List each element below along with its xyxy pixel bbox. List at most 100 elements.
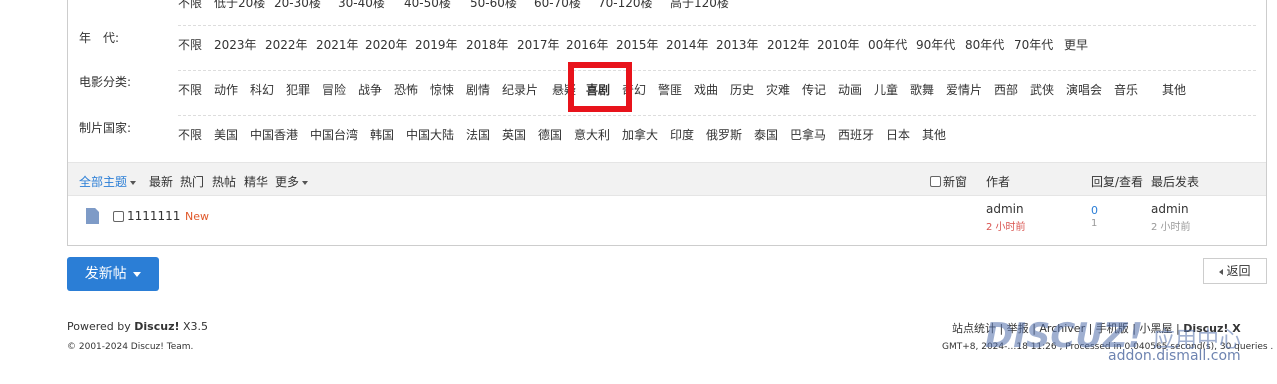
tab-hot-posts[interactable]: 热帖 (212, 173, 236, 190)
filter-option-country[interactable]: 不限 (178, 126, 202, 143)
filter-option-era[interactable]: 90年代 (916, 36, 955, 53)
author-column-header: 作者 (986, 175, 1011, 189)
filter-option-era[interactable]: 2010年 (817, 36, 860, 53)
filter-option-era[interactable]: 2022年 (265, 36, 308, 53)
filter-option-era[interactable]: 2012年 (767, 36, 810, 53)
filter-row-era: 年 代: 不限 2023年 2022年 2021年 2020年 2019年 2018年 201… (68, 25, 1266, 71)
filter-option-genre[interactable]: 历史 (730, 81, 754, 98)
filter-option[interactable]: 低于20楼 (214, 0, 265, 11)
tab-more-label: 更多 (275, 175, 300, 189)
filter-option-genre[interactable]: 冒险 (322, 81, 346, 98)
filter-option-era[interactable]: 2018年 (466, 36, 509, 53)
filter-option-era[interactable]: 2015年 (616, 36, 659, 53)
new-window-toggle[interactable]: 新窗 (930, 173, 967, 190)
filter-option-genre[interactable]: 科幻 (250, 81, 274, 98)
filter-option-genre[interactable]: 惊悚 (430, 81, 454, 98)
filter-option-genre[interactable]: 战争 (358, 81, 382, 98)
filter-option-genre[interactable]: 不限 (178, 81, 202, 98)
filter-option-country[interactable]: 印度 (670, 126, 694, 143)
filter-option-country[interactable]: 中国大陆 (406, 126, 454, 143)
filter-options-era: 不限 2023年 2022年 2021年 2020年 2019年 2018年 2017年 201… (178, 25, 1256, 71)
filter-option-country[interactable]: 中国香港 (250, 126, 298, 143)
thread-replies: 0 (1091, 204, 1098, 217)
filter-option-era[interactable]: 不限 (178, 36, 202, 53)
thread-select-checkbox[interactable] (113, 211, 124, 222)
filter-option[interactable]: 20-30楼 (274, 0, 321, 11)
filter-option-genre[interactable]: 歌舞 (910, 81, 934, 98)
filter-option-country[interactable]: 中国台湾 (310, 126, 358, 143)
filter-option[interactable]: 70-120楼 (598, 0, 653, 11)
powered-brand[interactable]: Discuz! (134, 320, 179, 333)
filter-option-country[interactable]: 意大利 (574, 126, 610, 143)
replies-views-column-header: 回复/查看 (1091, 175, 1144, 189)
filter-option-era[interactable]: 2021年 (316, 36, 359, 53)
filter-option-country[interactable]: 俄罗斯 (706, 126, 742, 143)
thread-title-link[interactable]: 1111111 (127, 209, 180, 223)
filter-option-era[interactable]: 2016年 (566, 36, 609, 53)
filter-option-genre[interactable]: 西部 (994, 81, 1018, 98)
tab-hot[interactable]: 热门 (180, 173, 204, 190)
filter-option[interactable]: 不限 (178, 0, 202, 11)
filter-option-country[interactable]: 西班牙 (838, 126, 874, 143)
new-post-button[interactable]: 发新帖 (67, 257, 159, 291)
tab-more[interactable]: 更多 (275, 173, 309, 190)
filter-option-era[interactable]: 2017年 (517, 36, 560, 53)
filter-option-country[interactable]: 英国 (502, 126, 526, 143)
filter-option[interactable]: 高于120楼 (670, 0, 729, 11)
filter-option-era[interactable]: 2014年 (666, 36, 709, 53)
filter-option-era[interactable]: 70年代 (1014, 36, 1053, 53)
filter-option[interactable]: 30-40楼 (338, 0, 385, 11)
filter-option[interactable]: 60-70楼 (534, 0, 581, 11)
filter-option-genre[interactable]: 犯罪 (286, 81, 310, 98)
back-button[interactable]: 返回 (1203, 258, 1267, 284)
filter-option-country[interactable]: 法国 (466, 126, 490, 143)
document-icon[interactable] (86, 208, 99, 224)
new-post-label: 发新帖 (84, 266, 127, 282)
filter-option-genre[interactable]: 动作 (214, 81, 238, 98)
filter-option-genre[interactable]: 剧情 (466, 81, 490, 98)
filter-option-genre[interactable]: 其他 (1162, 81, 1186, 98)
filter-option-genre[interactable]: 传记 (802, 81, 826, 98)
filter-option-era[interactable]: 2019年 (415, 36, 458, 53)
last-post-user[interactable]: admin (1151, 202, 1189, 216)
filter-option-genre[interactable]: 爱情片 (946, 81, 982, 98)
filter-option-genre[interactable]: 动画 (838, 81, 862, 98)
filter-option-genre[interactable]: 警匪 (658, 81, 682, 98)
filter-option-country[interactable]: 其他 (922, 126, 946, 143)
tab-latest[interactable]: 最新 (149, 173, 173, 190)
filter-option-era[interactable]: 2020年 (365, 36, 408, 53)
filter-option-genre[interactable]: 纪录片 (502, 81, 538, 98)
new-window-checkbox[interactable] (930, 176, 941, 187)
filter-option[interactable]: 50-60楼 (470, 0, 517, 11)
filter-option-era[interactable]: 80年代 (965, 36, 1004, 53)
powered-version: X3.5 (179, 320, 209, 333)
filter-option-genre[interactable]: 戏曲 (694, 81, 718, 98)
thread-author[interactable]: admin (986, 202, 1024, 216)
filter-option-country[interactable]: 日本 (886, 126, 910, 143)
all-topics-dropdown[interactable]: 全部主题 (79, 173, 137, 190)
filter-option-country[interactable]: 美国 (214, 126, 238, 143)
filter-option-country[interactable]: 德国 (538, 126, 562, 143)
chevron-down-icon (302, 180, 309, 185)
filter-option-era[interactable]: 2013年 (716, 36, 759, 53)
filter-options-floors: 不限 低于20楼 20-30楼 30-40楼 40-50楼 50-60楼 60-… (178, 0, 1256, 26)
filter-option-country[interactable]: 巴拿马 (790, 126, 826, 143)
filter-option[interactable]: 40-50楼 (404, 0, 451, 11)
tab-digest[interactable]: 精华 (244, 173, 268, 190)
filter-option-genre[interactable]: 儿童 (874, 81, 898, 98)
filter-option-era[interactable]: 2023年 (214, 36, 257, 53)
filter-option-country[interactable]: 韩国 (370, 126, 394, 143)
filter-option-genre[interactable]: 灾难 (766, 81, 790, 98)
selection-highlight-box (568, 62, 632, 112)
filter-option-genre[interactable]: 演唱会 (1066, 81, 1102, 98)
filter-option-era[interactable]: 00年代 (868, 36, 907, 53)
filter-option-country[interactable]: 泰国 (754, 126, 778, 143)
last-post-column-header: 最后发表 (1151, 175, 1200, 189)
filter-option-genre[interactable]: 恐怖 (394, 81, 418, 98)
filter-option-genre[interactable]: 音乐 (1114, 81, 1138, 98)
table-row: 1111111 New admin 2 小时前 0 1 admin 2 小时前 (68, 196, 1266, 246)
filter-option-genre[interactable]: 武侠 (1030, 81, 1054, 98)
powered-by: Powered by Discuz! X3.5 (67, 320, 208, 333)
filter-option-era[interactable]: 更早 (1064, 36, 1088, 53)
filter-option-country[interactable]: 加拿大 (622, 126, 658, 143)
